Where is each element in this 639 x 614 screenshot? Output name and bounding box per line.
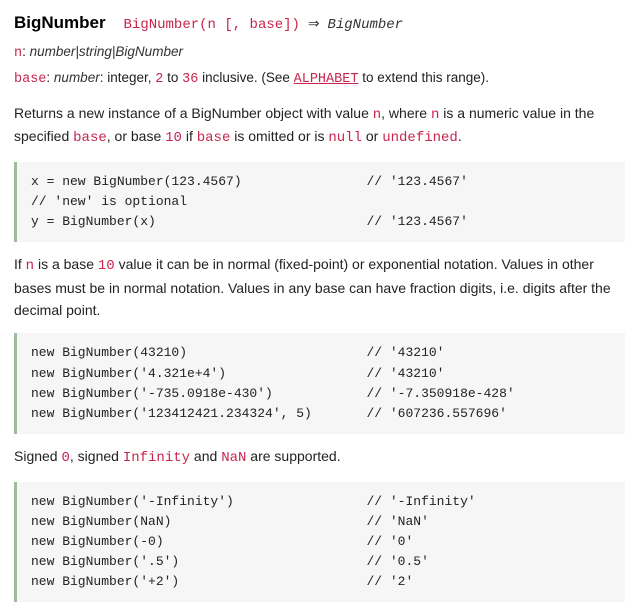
text: and	[190, 448, 221, 464]
description-2: If n is a base 10 value it can be in nor…	[14, 254, 625, 321]
alphabet-link[interactable]: ALPHABET	[294, 72, 359, 87]
code: null	[328, 130, 362, 146]
return-type: BigNumber	[327, 17, 403, 33]
code: base	[197, 130, 231, 146]
text: : integer,	[100, 70, 156, 85]
text: , where	[381, 105, 431, 121]
param-name: n	[14, 46, 22, 61]
method-title: BigNumber	[14, 13, 106, 32]
arrow-icon: ⇒	[308, 17, 320, 33]
text: to	[163, 70, 182, 85]
code: n	[26, 258, 34, 274]
param-name: base	[14, 72, 46, 87]
code-block-3: new BigNumber('-Infinity') // '-Infinity…	[14, 482, 625, 603]
text: Signed	[14, 448, 61, 464]
param-type: number	[54, 70, 100, 85]
text: Returns a new instance of a BigNumber ob…	[14, 105, 373, 121]
text: if	[182, 128, 197, 144]
text: If	[14, 256, 26, 272]
code: Infinity	[123, 450, 190, 466]
text: , or base	[107, 128, 165, 144]
code-block-1: x = new BigNumber(123.4567) // '123.4567…	[14, 162, 625, 242]
code: 10	[98, 258, 115, 274]
text: inclusive. (See	[198, 70, 293, 85]
text: is omitted or is	[230, 128, 328, 144]
code: 0	[61, 450, 69, 466]
text: , signed	[70, 448, 123, 464]
text: is a base	[34, 256, 98, 272]
method-signature: BigNumber(n [, base])	[124, 17, 300, 33]
code: undefined	[382, 130, 458, 146]
description-3: Signed 0, signed Infinity and NaN are su…	[14, 446, 625, 470]
description-1: Returns a new instance of a BigNumber ob…	[14, 103, 625, 150]
code: 10	[165, 130, 182, 146]
code: n	[373, 107, 381, 123]
text: .	[458, 128, 462, 144]
code-block-2: new BigNumber(43210) // '43210' new BigN…	[14, 333, 625, 434]
text: to extend this range).	[358, 70, 489, 85]
method-header: BigNumber BigNumber(n [, base]) ⇒ BigNum…	[14, 10, 625, 36]
text: are supported.	[246, 448, 340, 464]
param-type: number|string|BigNumber	[30, 44, 183, 59]
code: NaN	[221, 450, 246, 466]
text: or	[362, 128, 382, 144]
param-base: base: number: integer, 2 to 36 inclusive…	[14, 68, 625, 90]
range-hi: 36	[182, 72, 198, 87]
code: base	[73, 130, 107, 146]
param-n: n: number|string|BigNumber	[14, 42, 625, 64]
